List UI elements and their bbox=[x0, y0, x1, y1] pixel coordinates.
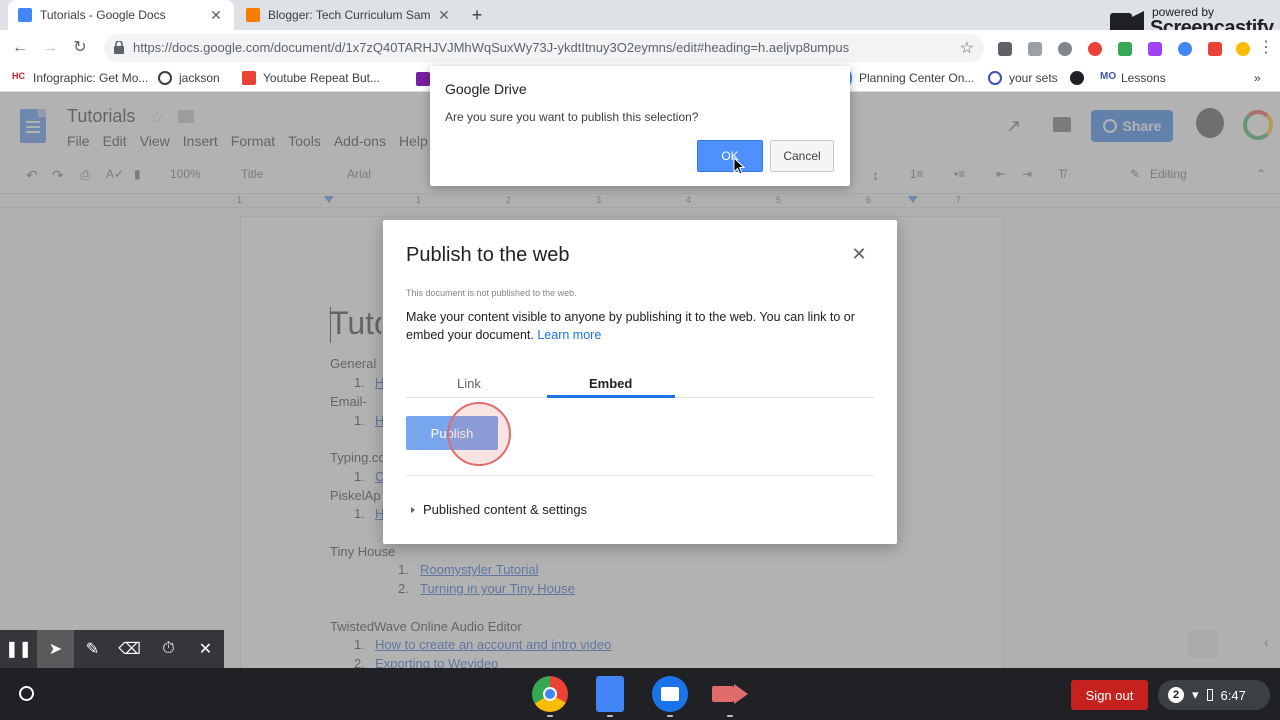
learn-more-link[interactable]: Learn more bbox=[537, 328, 601, 342]
mouse-cursor-icon bbox=[733, 157, 745, 175]
ok-button[interactable]: OK bbox=[697, 140, 763, 172]
bookmark-youtube-repeat[interactable]: Youtube Repeat But... bbox=[242, 71, 380, 85]
close-toolbar-icon[interactable]: ✕ bbox=[187, 630, 224, 668]
bookmark-spotify[interactable] bbox=[1070, 71, 1091, 85]
mo-icon: MO bbox=[1100, 71, 1117, 82]
bookmark-star-icon[interactable]: ☆ bbox=[960, 38, 974, 58]
expand-caret-icon bbox=[411, 506, 415, 513]
new-tab-icon[interactable]: + bbox=[466, 4, 488, 26]
running-indicator bbox=[667, 715, 673, 717]
published-settings-toggle[interactable]: Published content & settings bbox=[411, 502, 587, 517]
confirm-title: Google Drive bbox=[445, 81, 527, 97]
browser-tab-docs[interactable]: Tutorials - Google Docs ✕ bbox=[8, 0, 234, 30]
notification-count: 2 bbox=[1168, 687, 1184, 703]
running-indicator bbox=[607, 715, 613, 717]
repeat-icon bbox=[242, 71, 256, 85]
blogger-favicon-icon bbox=[246, 8, 260, 22]
chrome-app-icon[interactable] bbox=[532, 676, 568, 712]
pause-icon[interactable]: ❚❚ bbox=[0, 630, 37, 668]
close-icon[interactable]: ✕ bbox=[849, 244, 869, 265]
files-app-icon[interactable] bbox=[652, 676, 688, 712]
back-icon[interactable]: ← bbox=[10, 38, 30, 58]
browser-tab-strip: Tutorials - Google Docs ✕ Blogger: Tech … bbox=[0, 0, 1280, 39]
screencastify-extension-icon[interactable] bbox=[1208, 42, 1222, 56]
running-indicator bbox=[727, 715, 733, 717]
extension-blue-icon[interactable] bbox=[1178, 42, 1192, 56]
extension-audio-icon[interactable] bbox=[998, 42, 1012, 56]
hc-icon: HC bbox=[12, 71, 26, 85]
click-highlight bbox=[447, 402, 511, 466]
confirm-dialog: Google Drive Are you sure you want to pu… bbox=[430, 66, 850, 186]
tab-title: Tutorials - Google Docs bbox=[40, 8, 166, 22]
extension-green-icon[interactable] bbox=[1118, 42, 1132, 56]
wifi-icon: ▾ bbox=[1192, 687, 1199, 702]
quizlet-icon bbox=[158, 71, 172, 85]
tab-title: Blogger: Tech Curriculum Sampl bbox=[268, 8, 430, 22]
bookmark-jackson[interactable]: jackson bbox=[158, 71, 220, 85]
chrome-menu-icon[interactable]: ⋮ bbox=[1256, 38, 1276, 58]
reload-icon[interactable]: ↻ bbox=[70, 38, 90, 58]
bookmark-planning-center[interactable]: Planning Center On... bbox=[846, 71, 974, 85]
close-tab-icon[interactable]: ✕ bbox=[208, 7, 224, 24]
spotify-icon bbox=[1070, 71, 1084, 85]
launcher-icon[interactable] bbox=[19, 686, 34, 701]
publish-status: This document is not published to the we… bbox=[406, 288, 577, 298]
browser-tab-blogger[interactable]: Blogger: Tech Curriculum Sampl ✕ bbox=[236, 0, 462, 30]
confirm-message: Are you sure you want to publish this se… bbox=[445, 110, 699, 124]
screencastify-app-icon[interactable] bbox=[712, 676, 748, 712]
tab-link[interactable]: Link bbox=[457, 376, 481, 391]
publish-description: Make your content visible to anyone by p… bbox=[406, 310, 855, 342]
timer-icon[interactable]: ⏱ bbox=[150, 630, 187, 668]
extension-purple-icon[interactable] bbox=[1148, 42, 1162, 56]
os-shelf: Sign out 2 ▾ 6:47 bbox=[0, 668, 1280, 720]
profile-avatar[interactable] bbox=[1236, 42, 1250, 56]
google-docs-favicon-icon bbox=[18, 8, 32, 22]
cursor-tool-icon[interactable]: ➤ bbox=[37, 630, 74, 668]
screencastify-toolbar: ❚❚ ➤ ✎ ⌫ ⏱ ✕ bbox=[0, 630, 224, 668]
clock: 6:47 bbox=[1220, 687, 1246, 703]
quizlet-icon bbox=[988, 71, 1002, 85]
lock-icon bbox=[114, 41, 124, 54]
extension-h-icon[interactable] bbox=[1058, 42, 1072, 56]
publish-to-web-dialog: Publish to the web ✕ This document is no… bbox=[383, 220, 897, 544]
extension-icon[interactable] bbox=[1028, 42, 1042, 56]
cancel-button[interactable]: Cancel bbox=[770, 140, 834, 172]
browser-toolbar: ← → ↻ https://docs.google.com/document/d… bbox=[0, 30, 1280, 66]
more-bookmarks-icon[interactable]: » bbox=[1254, 71, 1261, 85]
status-tray[interactable]: 2 ▾ 6:47 bbox=[1158, 680, 1270, 710]
bookmark-infographic[interactable]: HC Infographic: Get Mo... bbox=[12, 71, 148, 85]
dialog-title: Publish to the web bbox=[406, 244, 570, 266]
google-docs-app-icon[interactable] bbox=[596, 676, 624, 712]
running-indicator bbox=[547, 715, 553, 717]
bookmark-your-sets[interactable]: your sets bbox=[988, 71, 1058, 85]
forward-icon[interactable]: → bbox=[40, 38, 60, 58]
sign-out-button[interactable]: Sign out bbox=[1071, 680, 1148, 710]
address-bar[interactable]: https://docs.google.com/document/d/1x7zQ… bbox=[104, 34, 984, 62]
battery-icon bbox=[1206, 689, 1213, 701]
forms-icon[interactable] bbox=[416, 72, 430, 86]
pen-tool-icon[interactable]: ✎ bbox=[74, 630, 111, 668]
eraser-tool-icon[interactable]: ⌫ bbox=[111, 630, 148, 668]
tab-embed[interactable]: Embed bbox=[589, 376, 632, 391]
bookmark-lessons[interactable]: MO Lessons bbox=[1100, 71, 1166, 85]
tab-selected-indicator bbox=[547, 395, 675, 398]
close-tab-icon[interactable]: ✕ bbox=[436, 7, 452, 24]
url-text: https://docs.google.com/document/d/1x7zQ… bbox=[133, 40, 850, 55]
divider bbox=[406, 475, 874, 476]
extension-circle-icon[interactable] bbox=[1088, 42, 1102, 56]
